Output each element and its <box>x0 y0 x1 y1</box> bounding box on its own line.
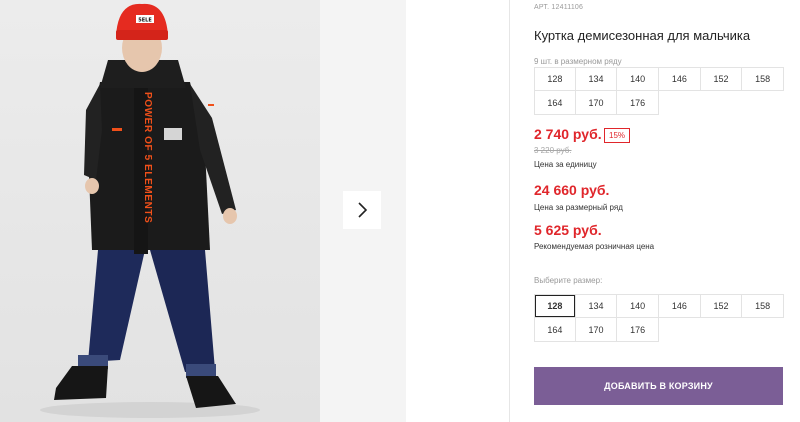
size-row-cell: 128 <box>534 67 576 91</box>
size-row-count: 9 шт. в размерном ряду <box>534 57 622 66</box>
product-photo: 5ELE POWER OF 5 ELEMENTS <box>0 0 320 422</box>
choose-size-label: Выберите размер: <box>534 276 603 285</box>
row-price: 24 660 руб. <box>534 182 610 198</box>
hat-label: 5ELE <box>138 18 152 24</box>
size-option[interactable]: 152 <box>700 294 743 318</box>
add-to-cart-button[interactable]: ДОБАВИТЬ В КОРЗИНУ <box>534 367 783 405</box>
size-row-cell: 164 <box>534 91 576 115</box>
size-row-cell: 158 <box>742 67 784 91</box>
retail-price-caption: Рекомендуемая розничная цена <box>534 242 655 251</box>
size-option[interactable]: 176 <box>617 318 659 342</box>
gallery-next-button[interactable] <box>343 191 381 229</box>
size-option[interactable]: 128 <box>534 294 576 318</box>
product-info-panel: АРТ. 12411106 Куртка демисезонная для ма… <box>534 0 784 422</box>
size-option[interactable]: 140 <box>617 294 659 318</box>
size-row-cell: 170 <box>575 91 618 115</box>
unit-price-caption: Цена за единицу <box>534 160 597 169</box>
size-row-cell: 140 <box>617 67 659 91</box>
size-row-cell: 152 <box>700 67 743 91</box>
old-price: 3 220 руб. <box>534 146 572 155</box>
size-row-cell: 146 <box>659 67 701 91</box>
size-option[interactable]: 164 <box>534 318 576 342</box>
jacket-slogan: POWER OF 5 ELEMENTS <box>142 92 153 223</box>
size-option[interactable]: 134 <box>575 294 618 318</box>
discount-badge: 15% <box>604 128 631 143</box>
column-divider <box>509 0 510 422</box>
product-photo-illustration: 5ELE POWER OF 5 ELEMENTS <box>40 3 260 418</box>
product-title: Куртка демисезонная для мальчика <box>534 28 751 43</box>
size-option[interactable]: 170 <box>575 318 618 342</box>
retail-price: 5 625 руб. <box>534 222 602 238</box>
current-price: 2 740 руб. <box>534 126 602 142</box>
size-option[interactable]: 158 <box>742 294 784 318</box>
size-row-cell: 134 <box>575 67 618 91</box>
size-option[interactable]: 146 <box>659 294 701 318</box>
row-price-caption: Цена за размерный ряд <box>534 203 623 212</box>
size-selector: 128 134 140 146 152 158 164 170 176 <box>534 294 784 342</box>
size-row-grid: 128 134 140 146 152 158 164 170 176 <box>534 67 784 115</box>
article-number: АРТ. 12411106 <box>534 4 584 11</box>
chevron-right-icon <box>358 202 368 218</box>
size-row-cell: 176 <box>617 91 659 115</box>
